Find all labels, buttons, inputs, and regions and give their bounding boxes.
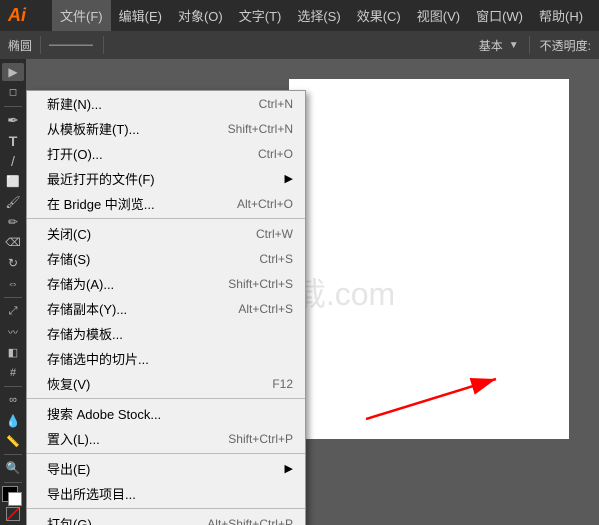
- divider-2: [27, 398, 305, 399]
- tool-sep-3: [4, 386, 22, 387]
- tool-rect[interactable]: ⬜: [2, 172, 24, 190]
- tool-blend[interactable]: ∞: [2, 391, 24, 409]
- tool-eyedropper[interactable]: 💧: [2, 411, 24, 429]
- color-swatches[interactable]: [2, 486, 24, 504]
- tool-zoom[interactable]: 🔍: [2, 459, 24, 477]
- menu-save-copy[interactable]: 存储副本(Y)... Alt+Ctrl+S: [27, 296, 305, 321]
- tool-sep-4: [4, 454, 22, 455]
- menu-place[interactable]: 置入(L)... Shift+Ctrl+P: [27, 426, 305, 451]
- basic-label: 基本: [479, 37, 503, 54]
- tool-line[interactable]: /: [2, 152, 24, 170]
- tool-warp[interactable]: 〰: [2, 323, 24, 341]
- tool-direct-select[interactable]: ◻: [2, 83, 24, 101]
- tool-label: 椭圆: [8, 37, 32, 54]
- main-area: ▶ ◻ ✒ T / ⬜ 🖌 ✏ ⌫ ↻ ⇔ ⤢ 〰 ◧ # ∞ 💧 📏 🔍 安: [0, 59, 599, 525]
- tool-measure[interactable]: 📏: [2, 432, 24, 450]
- tool-sep-5: [4, 482, 22, 483]
- tool-pen[interactable]: ✒: [2, 111, 24, 129]
- toolbar-right: 基本 ▼ 不透明度:: [479, 36, 591, 54]
- menu-new-from-template[interactable]: 从模板新建(T)... Shift+Ctrl+N: [27, 116, 305, 141]
- menu-save-template[interactable]: 存储为模板...: [27, 321, 305, 346]
- tool-scale[interactable]: ⤢: [2, 302, 24, 320]
- tool-pencil[interactable]: ✏: [2, 213, 24, 231]
- file-dropdown-menu: 新建(N)... Ctrl+N 从模板新建(T)... Shift+Ctrl+N…: [26, 90, 306, 525]
- menu-view[interactable]: 视图(V): [409, 0, 468, 31]
- canvas-white: [289, 79, 569, 439]
- tool-rotate[interactable]: ↻: [2, 254, 24, 272]
- menu-help[interactable]: 帮助(H): [531, 0, 591, 31]
- menu-revert[interactable]: 恢复(V) F12: [27, 371, 305, 396]
- menu-open[interactable]: 打开(O)... Ctrl+O: [27, 141, 305, 166]
- tool-mirror[interactable]: ⇔: [2, 275, 24, 293]
- menu-new[interactable]: 新建(N)... Ctrl+N: [27, 91, 305, 116]
- submenu-arrow-recent: ▶: [285, 172, 293, 185]
- opacity-label: 不透明度:: [540, 37, 591, 54]
- none-icon[interactable]: [3, 507, 23, 521]
- none-swatch: [6, 507, 20, 521]
- tool-mesh[interactable]: #: [2, 363, 24, 381]
- menu-package[interactable]: 打包(G)... Alt+Shift+Ctrl+P: [27, 511, 305, 525]
- tool-select[interactable]: ▶: [2, 63, 24, 81]
- tool-gradient[interactable]: ◧: [2, 343, 24, 361]
- menu-select[interactable]: 选择(S): [289, 0, 348, 31]
- tool-sep-1: [4, 106, 22, 107]
- menu-file[interactable]: 文件(F): [52, 0, 111, 31]
- chevron-down-icon[interactable]: ▼: [509, 40, 519, 51]
- submenu-arrow-export: ▶: [285, 462, 293, 475]
- menu-bar: 文件(F) 编辑(E) 对象(O) 文字(T) 选择(S) 效果(C) 视图(V…: [52, 0, 591, 31]
- menu-close[interactable]: 关闭(C) Ctrl+W: [27, 221, 305, 246]
- tool-sep-2: [4, 297, 22, 298]
- tool-type[interactable]: T: [2, 131, 24, 149]
- menu-text[interactable]: 文字(T): [231, 0, 290, 31]
- menu-save-slice[interactable]: 存储选中的切片...: [27, 346, 305, 371]
- ai-logo: Ai: [8, 5, 44, 26]
- canvas-area: 安下载.com 新建(N)... Ctrl+N 从模板新建(T)... Shif…: [26, 59, 599, 525]
- menu-object[interactable]: 对象(O): [170, 0, 231, 31]
- toolbar-sep-3: [529, 36, 530, 54]
- menu-bridge[interactable]: 在 Bridge 中浏览... Alt+Ctrl+O: [27, 191, 305, 216]
- toolbar-sep-1: [40, 36, 41, 54]
- background-swatch[interactable]: [8, 492, 22, 506]
- menu-export-selected[interactable]: 导出所选项目...: [27, 481, 305, 506]
- stroke-dash: ————: [49, 39, 93, 51]
- toolbox: ▶ ◻ ✒ T / ⬜ 🖌 ✏ ⌫ ↻ ⇔ ⤢ 〰 ◧ # ∞ 💧 📏 🔍: [0, 59, 26, 525]
- divider-1: [27, 218, 305, 219]
- menu-edit[interactable]: 编辑(E): [111, 0, 170, 31]
- menu-recent-files[interactable]: 最近打开的文件(F) ▶: [27, 166, 305, 191]
- menu-window[interactable]: 窗口(W): [468, 0, 531, 31]
- menu-effect[interactable]: 效果(C): [349, 0, 409, 31]
- toolbar-sep-2: [103, 36, 104, 54]
- divider-3: [27, 453, 305, 454]
- tool-eraser[interactable]: ⌫: [2, 234, 24, 252]
- menu-search-stock[interactable]: 搜索 Adobe Stock...: [27, 401, 305, 426]
- dropdown-overlay: 新建(N)... Ctrl+N 从模板新建(T)... Shift+Ctrl+N…: [26, 90, 306, 525]
- title-bar: Ai 文件(F) 编辑(E) 对象(O) 文字(T) 选择(S) 效果(C) 视…: [0, 0, 599, 31]
- menu-save[interactable]: 存储(S) Ctrl+S: [27, 246, 305, 271]
- menu-save-as[interactable]: 存储为(A)... Shift+Ctrl+S: [27, 271, 305, 296]
- divider-4: [27, 508, 305, 509]
- menu-export[interactable]: 导出(E) ▶: [27, 456, 305, 481]
- tool-paintbrush[interactable]: 🖌: [2, 193, 24, 211]
- toolbar: 椭圆 ———— 基本 ▼ 不透明度:: [0, 31, 599, 59]
